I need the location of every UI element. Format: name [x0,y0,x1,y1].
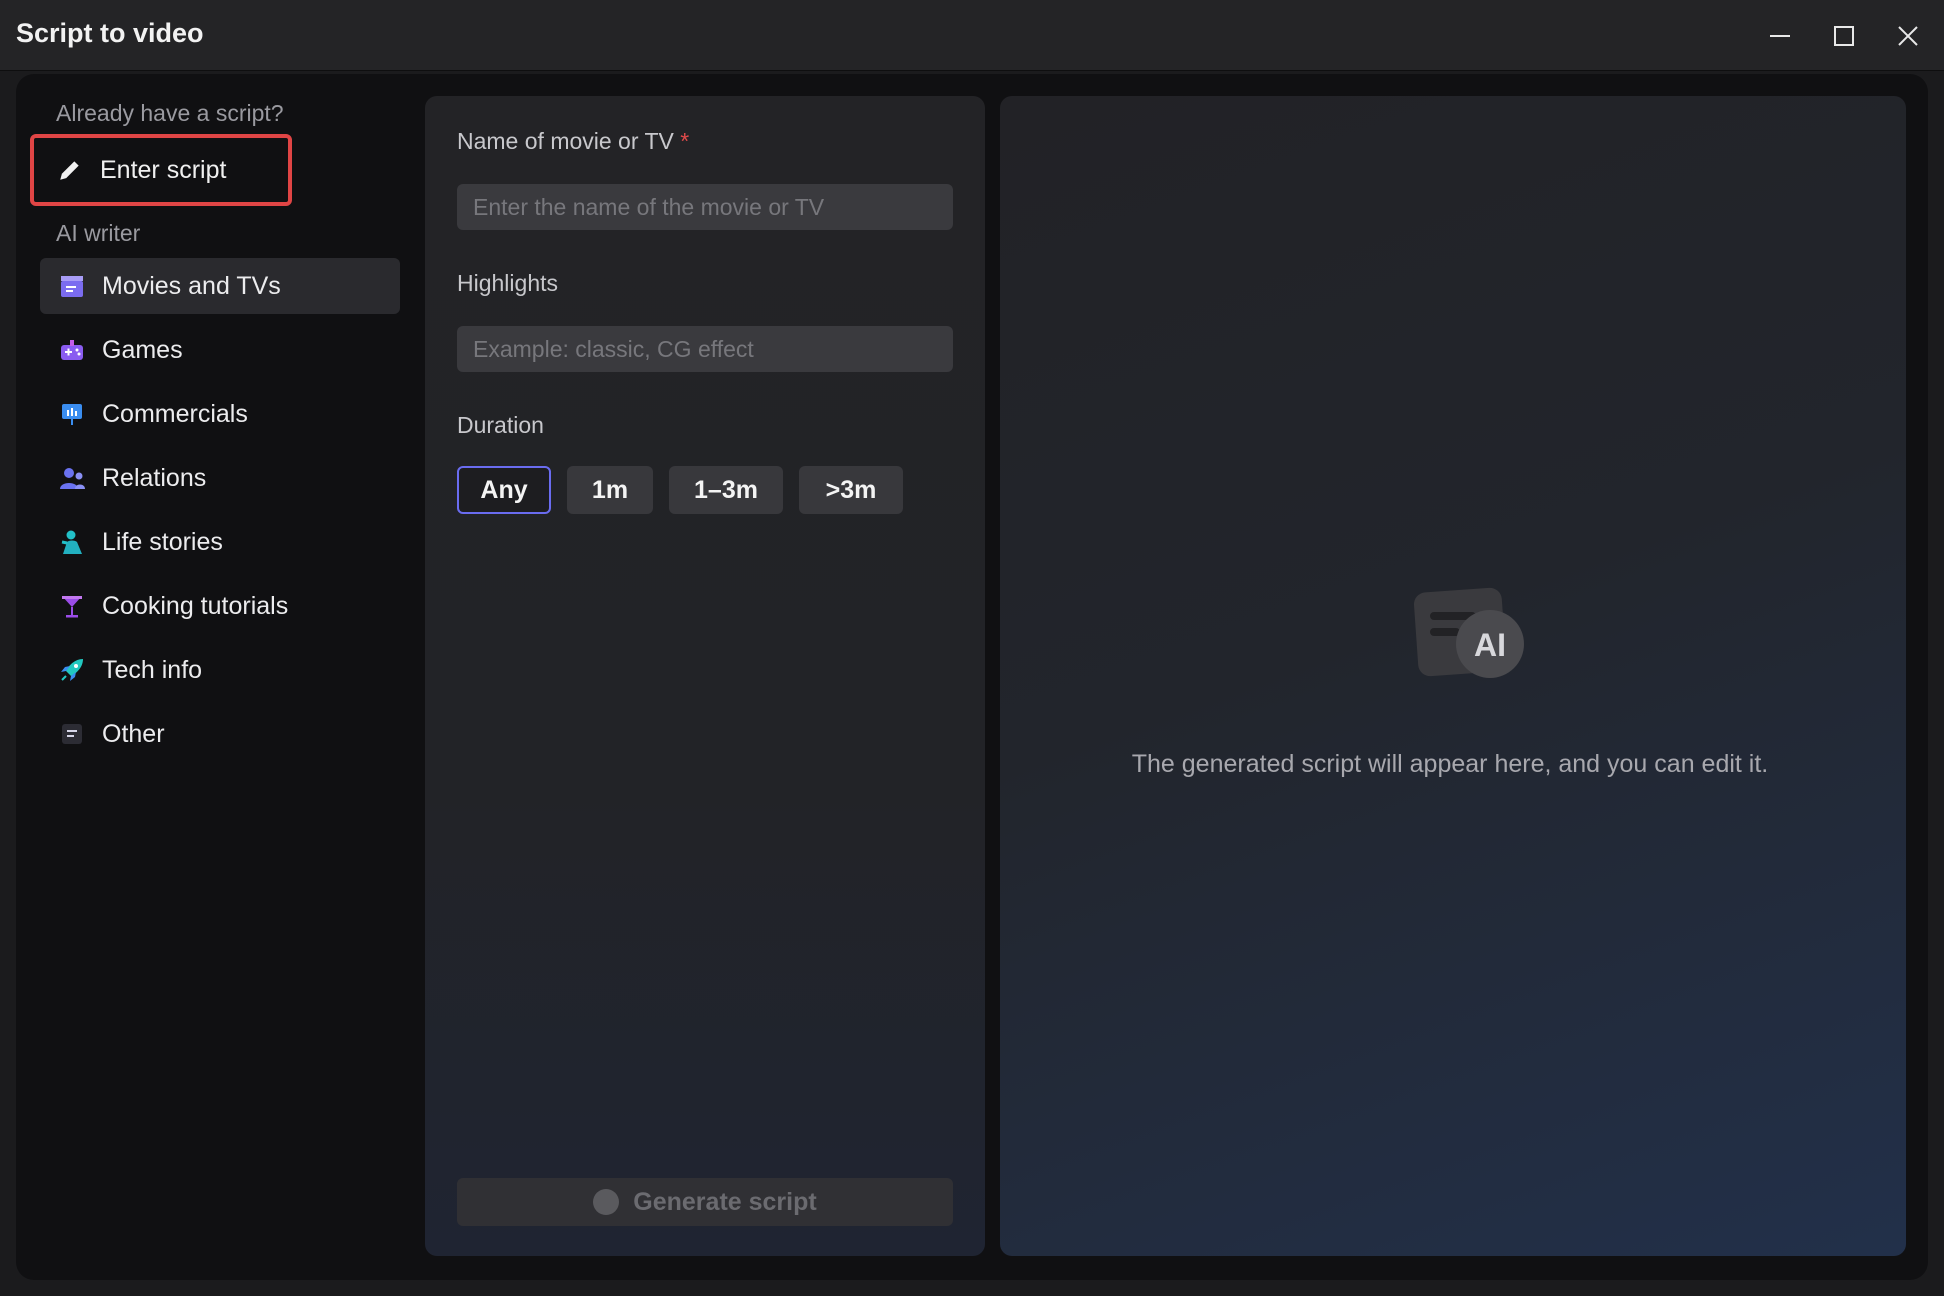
ai-script-icon: AI [1408,580,1528,695]
title-bar: Script to video [0,0,1944,71]
dialog-body: Already have a script? Enter script AI w… [16,74,1928,1280]
duration-label: Duration [457,412,544,438]
sidebar-item-cooking-tutorials[interactable]: Cooking tutorials [40,578,400,634]
sidebar-item-label: Life stories [102,527,223,556]
section-label-have-script: Already have a script? [56,100,284,126]
duration-1-3m-button[interactable]: 1–3m [669,466,783,514]
minimize-button[interactable] [1758,14,1802,58]
list-icon [58,720,86,748]
presentation-icon [58,400,86,428]
close-button[interactable] [1886,14,1930,58]
highlights-input[interactable] [457,326,953,372]
clapperboard-icon [58,272,86,300]
rocket-icon [58,656,86,684]
loading-spinner-icon [593,1189,620,1215]
duration-1m-button[interactable]: 1m [567,466,653,514]
movie-name-label-text: Name of movie or TV [457,128,674,154]
sidebar-item-other[interactable]: Other [40,706,400,762]
generate-script-button[interactable]: Generate script [457,1178,953,1226]
duration-options: Any 1m 1–3m >3m [457,466,903,514]
required-mark: * [680,128,690,154]
sidebar-item-relations[interactable]: Relations [40,450,400,506]
script-preview-panel: AI The generated script will appear here… [1000,96,1906,1256]
sidebar-item-label: Cooking tutorials [102,591,289,620]
minimize-icon [1770,35,1790,37]
sidebar-item-commercials[interactable]: Commercials [40,386,400,442]
people-icon [58,464,86,492]
generate-script-label: Generate script [633,1187,817,1216]
sidebar-item-games[interactable]: Games [40,322,400,378]
sidebar-item-label: Games [102,335,183,364]
sidebar-item-label: Other [102,719,165,748]
cocktail-icon [58,592,86,620]
sidebar-item-label: Tech info [102,655,203,684]
duration-any-button[interactable]: Any [457,466,551,514]
preview-placeholder-message: The generated script will appear here, a… [1131,750,1769,778]
sidebar-item-label: Movies and TVs [102,271,281,300]
enter-script-label: Enter script [100,155,227,184]
sidebar-item-life-stories[interactable]: Life stories [40,514,400,570]
gamepad-icon [58,336,86,364]
section-label-ai-writer: AI writer [56,220,141,246]
sidebar: Already have a script? Enter script AI w… [16,74,416,1280]
sidebar-item-label: Relations [102,463,207,492]
window-title: Script to video [16,18,204,48]
pencil-icon [56,156,84,184]
highlights-label: Highlights [457,270,558,296]
sidebar-item-label: Commercials [102,399,248,428]
sidebar-item-movies-and-tvs[interactable]: Movies and TVs [40,258,400,314]
sidebar-item-tech-info[interactable]: Tech info [40,642,400,698]
script-form-panel: Name of movie or TV * Highlights Duratio… [425,96,985,1256]
movie-name-input[interactable] [457,184,953,230]
maximize-icon [1834,26,1854,46]
maximize-button[interactable] [1822,14,1866,58]
movie-name-label: Name of movie or TV * [457,128,689,155]
ai-badge-text: AI [1474,627,1506,663]
close-icon [1898,26,1918,46]
enter-script-button[interactable]: Enter script [30,134,292,206]
person-icon [58,528,86,556]
duration-over-3m-button[interactable]: >3m [799,466,903,514]
